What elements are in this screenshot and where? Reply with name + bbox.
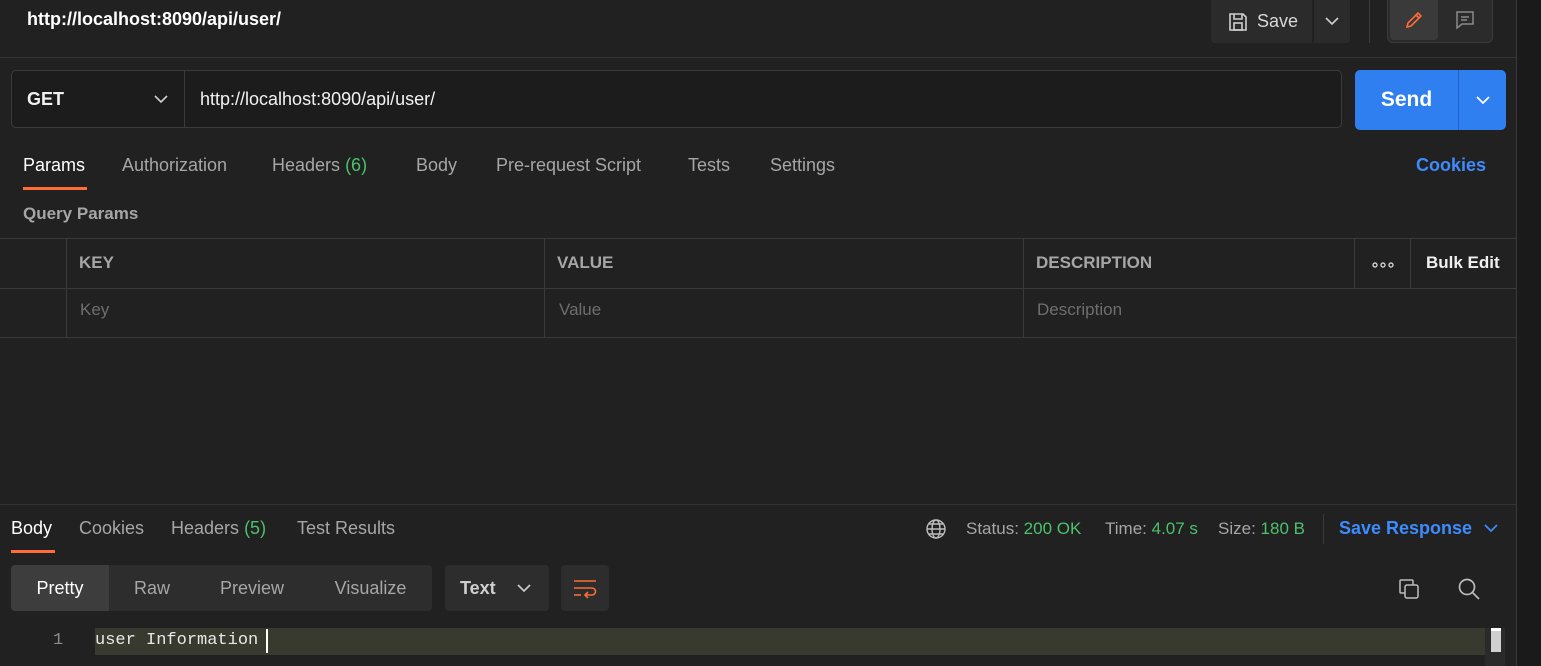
response-size[interactable]: Size: 180 B xyxy=(1218,519,1305,539)
headers-count: (6) xyxy=(345,155,368,175)
tab-body[interactable]: Body xyxy=(416,155,457,176)
save-dropdown-button[interactable] xyxy=(1314,0,1350,43)
column-header-value: VALUE xyxy=(557,253,614,272)
url-input[interactable] xyxy=(186,70,1336,128)
method-select[interactable]: GET xyxy=(11,70,185,128)
search-icon xyxy=(1457,577,1481,601)
table-column-divider xyxy=(66,238,67,338)
param-value-input[interactable] xyxy=(559,299,1009,321)
format-visualize[interactable]: Visualize xyxy=(309,565,432,611)
globe-icon[interactable] xyxy=(925,518,947,540)
column-header-key: KEY xyxy=(79,253,114,272)
format-preview[interactable]: Preview xyxy=(195,565,309,611)
response-tab-headers[interactable]: Headers (5) xyxy=(171,518,266,539)
response-divider[interactable] xyxy=(0,504,1516,505)
response-body-line[interactable]: user Information xyxy=(95,631,258,650)
table-border xyxy=(0,238,1516,239)
wrap-lines-button[interactable] xyxy=(561,565,609,611)
response-tab-body[interactable]: Body xyxy=(11,518,52,539)
active-tab-indicator xyxy=(23,187,87,190)
meta-divider xyxy=(1323,514,1324,544)
text-cursor xyxy=(266,629,268,653)
method-label: GET xyxy=(27,88,65,109)
column-header-description: DESCRIPTION xyxy=(1036,253,1153,272)
header-divider xyxy=(0,57,1516,58)
edit-mode-button[interactable] xyxy=(1390,0,1438,40)
copy-button[interactable] xyxy=(1394,574,1424,604)
table-column-divider xyxy=(544,238,545,338)
right-sidebar xyxy=(1516,0,1541,666)
response-tab-test-results[interactable]: Test Results xyxy=(297,518,395,539)
send-dropdown-button[interactable] xyxy=(1458,70,1506,130)
response-time[interactable]: Time: 4.07 s xyxy=(1105,519,1198,539)
tab-pre-request-script[interactable]: Pre-request Script xyxy=(496,155,641,176)
format-raw[interactable]: Raw xyxy=(109,565,195,611)
save-response-button[interactable]: Save Response xyxy=(1339,518,1498,539)
toolbar-divider xyxy=(1369,0,1370,43)
save-button[interactable]: Save xyxy=(1211,0,1312,43)
more-options-icon[interactable] xyxy=(1372,262,1394,268)
copy-icon xyxy=(1397,577,1421,601)
chevron-down-icon xyxy=(1484,524,1498,533)
cookies-link[interactable]: Cookies xyxy=(1416,155,1486,176)
active-line-highlight xyxy=(95,628,1485,655)
line-number: 1 xyxy=(53,631,64,650)
table-column-divider xyxy=(1023,238,1024,338)
pencil-icon xyxy=(1403,9,1425,31)
search-button[interactable] xyxy=(1454,574,1484,604)
response-status[interactable]: Status: 200 OK xyxy=(966,519,1081,539)
chevron-down-icon xyxy=(1325,17,1339,26)
save-icon xyxy=(1227,11,1249,33)
tab-headers[interactable]: Headers (6) xyxy=(272,155,367,176)
query-params-title: Query Params xyxy=(23,204,139,223)
chevron-down-icon xyxy=(154,94,168,104)
wrap-icon xyxy=(572,577,598,599)
param-key-input[interactable] xyxy=(80,299,530,321)
table-column-divider xyxy=(1410,238,1411,288)
chevron-down-icon xyxy=(1475,95,1490,105)
table-border xyxy=(0,288,1516,289)
active-tab-indicator xyxy=(11,550,55,553)
content-type-label: Text xyxy=(460,577,496,598)
tab-params[interactable]: Params xyxy=(23,155,85,176)
request-title: http://localhost:8090/api/user/ xyxy=(27,9,282,29)
send-button[interactable]: Send xyxy=(1355,70,1458,130)
response-headers-count: (5) xyxy=(244,518,267,538)
table-column-divider xyxy=(1354,238,1355,288)
chevron-down-icon xyxy=(517,583,531,593)
scrollbar-thumb[interactable] xyxy=(1491,628,1501,652)
tab-tests[interactable]: Tests xyxy=(688,155,730,176)
tab-authorization[interactable]: Authorization xyxy=(122,155,227,176)
comments-button[interactable] xyxy=(1441,0,1489,40)
tab-settings[interactable]: Settings xyxy=(770,155,835,176)
table-border xyxy=(0,337,1516,338)
save-label: Save xyxy=(1257,11,1299,31)
format-pretty[interactable]: Pretty xyxy=(11,565,109,611)
content-type-select[interactable]: Text xyxy=(445,565,549,611)
response-tab-cookies[interactable]: Cookies xyxy=(79,518,144,539)
bulk-edit-button[interactable]: Bulk Edit xyxy=(1426,253,1500,273)
param-description-input[interactable] xyxy=(1037,299,1487,321)
comment-icon xyxy=(1454,9,1476,31)
